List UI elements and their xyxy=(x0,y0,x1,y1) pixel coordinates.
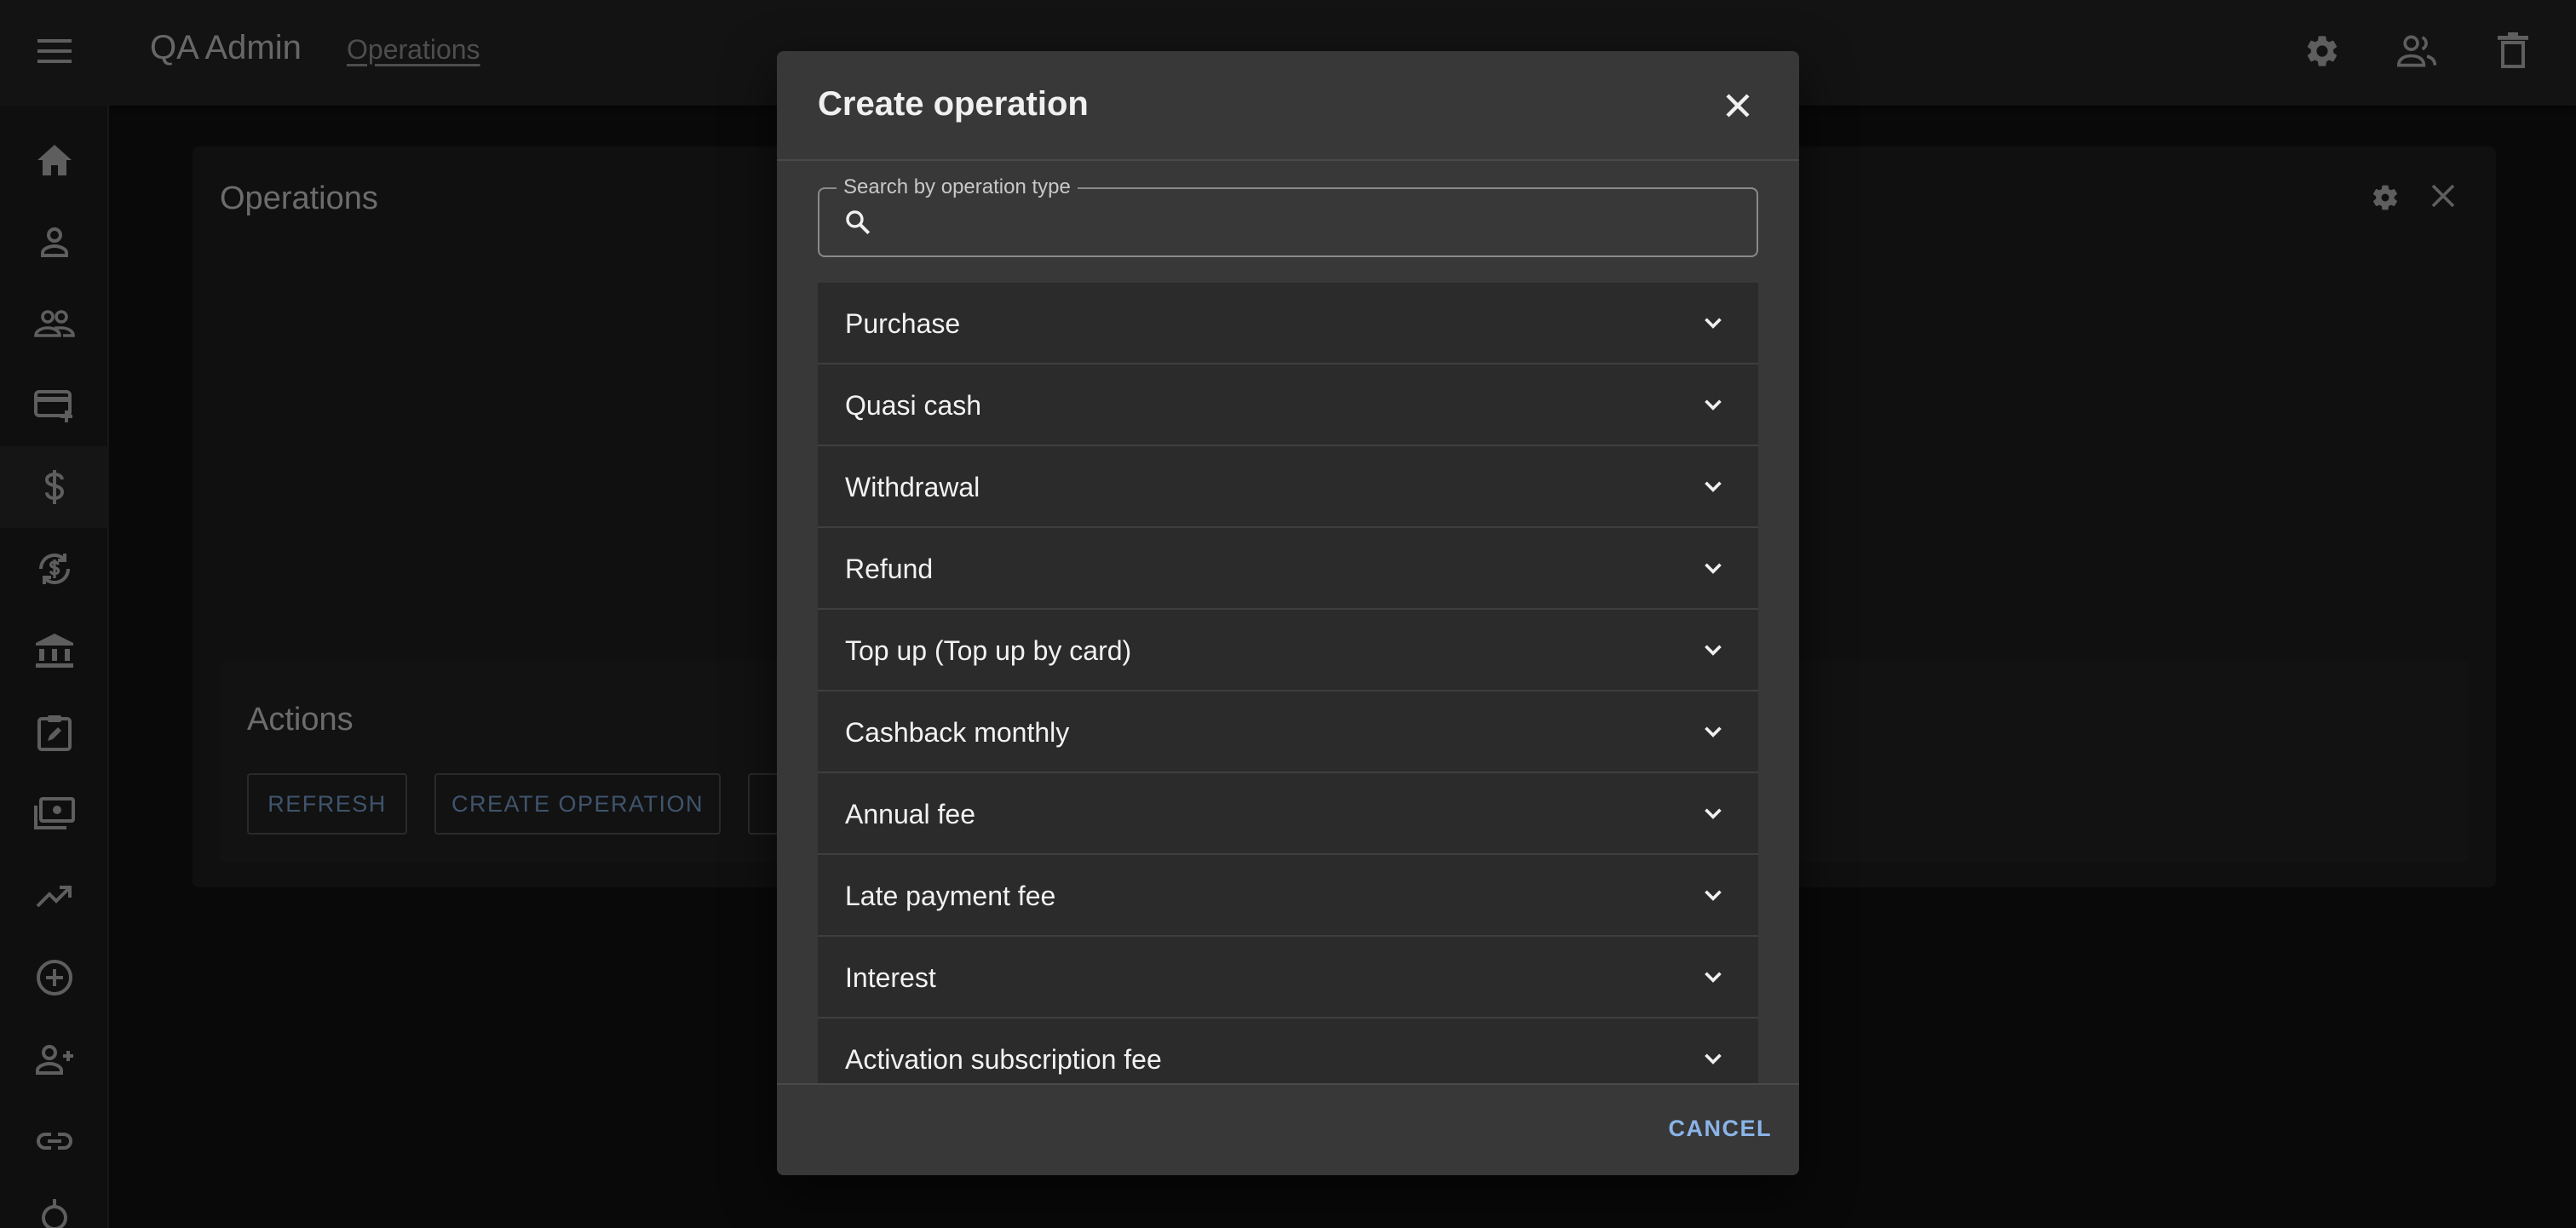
search-input[interactable] xyxy=(884,201,1736,245)
operation-item-withdrawal[interactable]: Withdrawal xyxy=(818,446,1758,528)
operation-item-refund[interactable]: Refund xyxy=(818,528,1758,610)
operation-item-top-up[interactable]: Top up (Top up by card) xyxy=(818,610,1758,691)
search-field[interactable]: Search by operation type xyxy=(818,175,1758,257)
operation-label: Interest xyxy=(845,962,936,993)
chevron-down-icon[interactable] xyxy=(1699,635,1728,664)
operation-label: Top up (Top up by card) xyxy=(845,635,1132,666)
operation-label: Withdrawal xyxy=(845,472,980,502)
chevron-down-icon[interactable] xyxy=(1699,554,1728,582)
operation-label: Purchase xyxy=(845,308,961,339)
operation-item-cashback-monthly[interactable]: Cashback monthly xyxy=(818,691,1758,773)
chevron-down-icon[interactable] xyxy=(1699,308,1728,337)
dialog-header: Create operation xyxy=(777,51,1799,161)
chevron-down-icon[interactable] xyxy=(1699,390,1728,419)
operation-label: Activation subscription fee xyxy=(845,1044,1162,1075)
operation-item-quasi-cash[interactable]: Quasi cash xyxy=(818,364,1758,446)
operation-label: Annual fee xyxy=(845,799,976,829)
operation-label: Refund xyxy=(845,554,934,584)
operation-label: Late payment fee xyxy=(845,881,1056,911)
operation-item-purchase[interactable]: Purchase xyxy=(818,283,1758,364)
operation-type-list: Purchase Quasi cash Withdrawal Refund To… xyxy=(818,283,1758,1134)
cancel-button[interactable]: CANCEL xyxy=(1669,1116,1773,1142)
chevron-down-icon[interactable] xyxy=(1699,881,1728,910)
chevron-down-icon[interactable] xyxy=(1699,472,1728,501)
chevron-down-icon[interactable] xyxy=(1699,799,1728,828)
create-operation-dialog: Create operation Search by operation typ… xyxy=(777,51,1799,1175)
operation-label: Quasi cash xyxy=(845,390,982,421)
dialog-footer: CANCEL xyxy=(777,1083,1799,1175)
search-icon xyxy=(843,208,872,237)
search-label: Search by operation type xyxy=(837,175,1078,199)
close-icon[interactable] xyxy=(1717,85,1758,126)
operation-item-annual-fee[interactable]: Annual fee xyxy=(818,773,1758,855)
operation-item-late-payment-fee[interactable]: Late payment fee xyxy=(818,855,1758,937)
dialog-title: Create operation xyxy=(818,85,1089,123)
operation-item-interest[interactable]: Interest xyxy=(818,937,1758,1019)
chevron-down-icon[interactable] xyxy=(1699,717,1728,746)
chevron-down-icon[interactable] xyxy=(1699,1044,1728,1073)
chevron-down-icon[interactable] xyxy=(1699,962,1728,991)
operation-label: Cashback monthly xyxy=(845,717,1070,748)
